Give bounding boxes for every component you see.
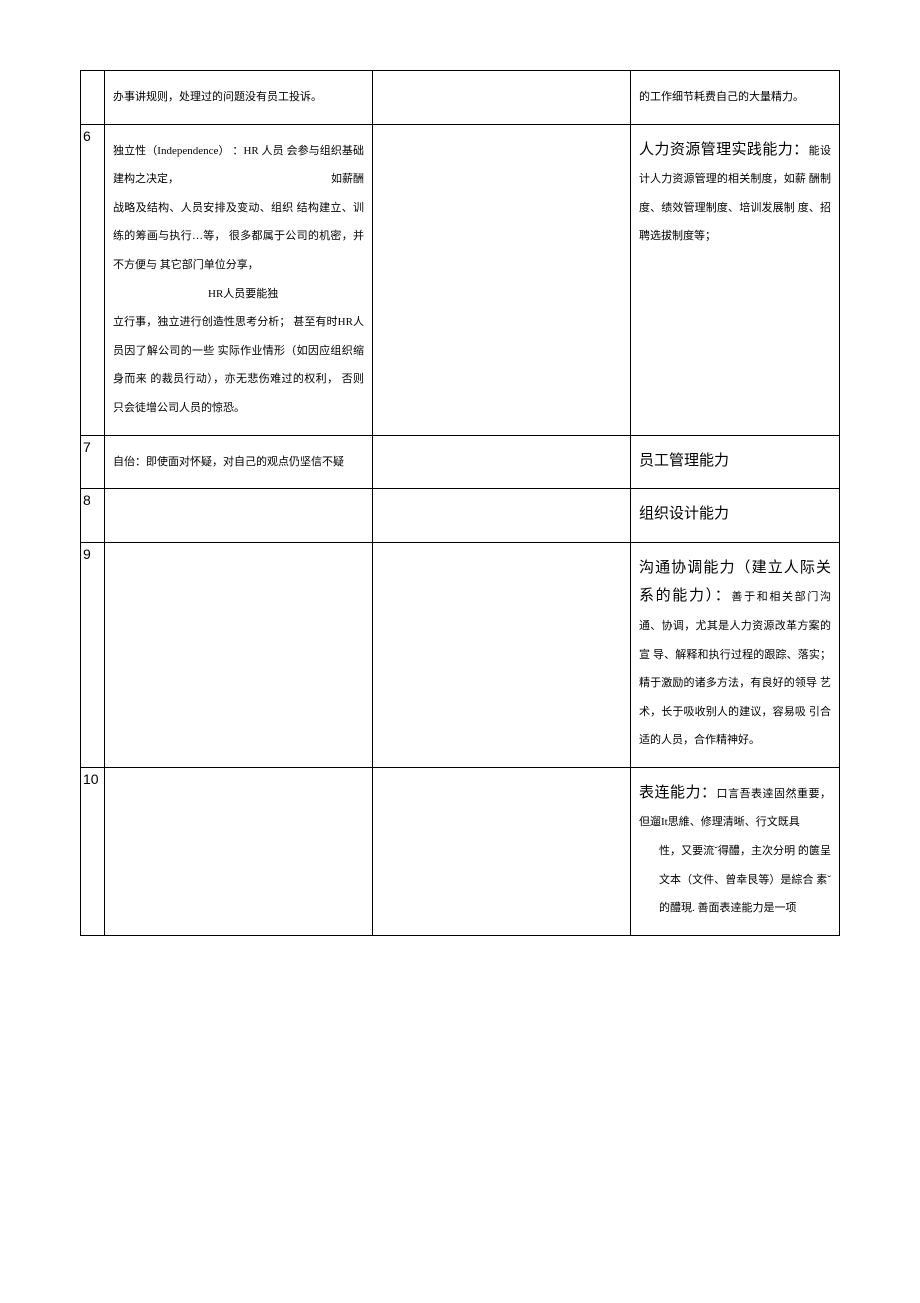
cell-text: 自佁：即使面对怀疑，对自己的观点仍坚信不疑	[113, 456, 344, 468]
row-number: 10	[81, 767, 105, 935]
cell-col2	[373, 435, 631, 489]
cell-col3: 表连能力：口言吾表逹固然重要，但遛It思維、修理清晰、行文既具 性，又要流ˇ得醴…	[631, 767, 840, 935]
row-number: 7	[81, 435, 105, 489]
cell-text: 能设计人力资源管理的相关制度，如薪 酬制度、绩效管理制度、培训发展制 度、招聘选…	[639, 145, 831, 243]
table-row: 10 表连能力：口言吾表逹固然重要，但遛It思維、修理清晰、行文既具 性，又要流…	[81, 767, 840, 935]
table-row: 办事讲规则，处理过的问题没有员工投诉。 的工作细节耗费自己的大量精力。	[81, 71, 840, 125]
cell-col1: 自佁：即使面对怀疑，对自己的观点仍坚信不疑	[105, 435, 373, 489]
cell-text: 性，又要流ˇ得醴，主次分明 的篋呈文本（文件、曾幸艮等）是綜合 素ˇ的醴現. 善…	[639, 837, 831, 923]
cell-text: 的工作细节耗费自己的大量精力。	[639, 91, 804, 103]
cell-title: 表连能力：	[639, 785, 717, 801]
row-number: 9	[81, 542, 105, 767]
cell-col1	[105, 767, 373, 935]
cell-col2	[373, 71, 631, 125]
cell-col3: 沟通协调能力（建立人际关系的能力）：善于和相关部门沟通、协调，尤其是人力资源改革…	[631, 542, 840, 767]
row-number: 6	[81, 124, 105, 435]
cell-col2	[373, 767, 631, 935]
cell-col1	[105, 489, 373, 543]
table-row: 6 独立性（Independence） ：HR 人员 会参与组织基础建构之决定，…	[81, 124, 840, 435]
row-number	[81, 71, 105, 125]
cell-col1: 独立性（Independence） ：HR 人员 会参与组织基础建构之决定， 如…	[105, 124, 373, 435]
cell-col3: 组织设计能力	[631, 489, 840, 543]
cell-col2	[373, 542, 631, 767]
cell-col3: 人力资源管理实践能力：能设计人力资源管理的相关制度，如薪 酬制度、绩效管理制度、…	[631, 124, 840, 435]
cell-text: 战略及结构、人员安排及变动、组织 结构建立、训练的筹画与执行…等， 很多都属于公…	[113, 202, 364, 271]
cell-col1: 办事讲规则，处理过的问题没有员工投诉。	[105, 71, 373, 125]
row-number: 8	[81, 489, 105, 543]
cell-title: 组织设计能力	[639, 506, 729, 522]
cell-text: 立行事，独立进行创造性思考分析； 甚至有时HR人员因了解公司的一些 实际作业情形…	[113, 316, 364, 414]
cell-col2	[373, 124, 631, 435]
cell-text: 如薪酬	[331, 165, 364, 194]
table-row: 7 自佁：即使面对怀疑，对自己的观点仍坚信不疑 员工管理能力	[81, 435, 840, 489]
competency-table: 办事讲规则，处理过的问题没有员工投诉。 的工作细节耗费自己的大量精力。 6 独立…	[80, 70, 840, 936]
cell-text: 独立性（Independence） ：HR 人员 会参与组织基础建构之决定，	[113, 145, 364, 186]
cell-col1	[105, 542, 373, 767]
cell-text: 善于和相关部门沟通、协调，尤其是人力资源改革方案的宣 导、解释和执行过程的跟踪、…	[639, 591, 831, 746]
cell-title: 员工管理能力	[639, 453, 729, 469]
table-row: 9 沟通协调能力（建立人际关系的能力）：善于和相关部门沟通、协调，尤其是人力资源…	[81, 542, 840, 767]
cell-text: 办事讲规则，处理过的问题没有员工投诉。	[113, 91, 322, 103]
cell-col3: 的工作细节耗费自己的大量精力。	[631, 71, 840, 125]
cell-col3: 员工管理能力	[631, 435, 840, 489]
cell-col2	[373, 489, 631, 543]
cell-text: HR人员要能独	[113, 280, 278, 309]
cell-title: 人力资源管理实践能力：	[639, 142, 809, 158]
table-row: 8 组织设计能力	[81, 489, 840, 543]
